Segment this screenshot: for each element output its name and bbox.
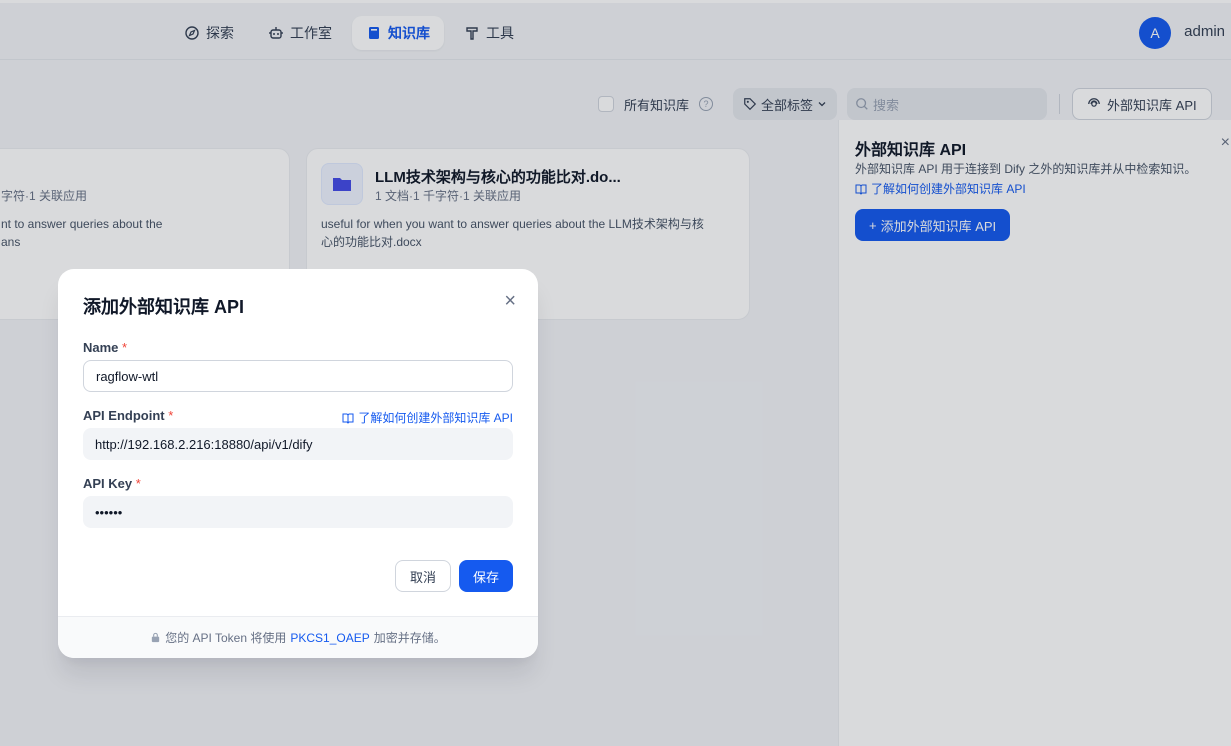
modal-title: 添加外部知识库 API xyxy=(83,297,245,317)
add-external-api-modal: 添加外部知识库 API × Name * ragflow-wtl API End… xyxy=(58,269,538,658)
lock-icon xyxy=(152,632,160,643)
required-mark: * xyxy=(168,408,174,423)
footer-algorithm-link[interactable]: PKCS1_OAEP xyxy=(290,631,369,645)
cancel-button[interactable]: 取消 xyxy=(395,560,451,592)
modal-footer: 您的 API Token 将使用 PKCS1_OAEP 加密并存储。 xyxy=(58,616,538,658)
api-key-label-text: API Key xyxy=(83,476,133,491)
endpoint-label-text: API Endpoint xyxy=(83,408,165,423)
save-button[interactable]: 保存 xyxy=(459,560,513,592)
required-mark: * xyxy=(135,476,141,491)
footer-text: 您的 API Token 将使用 xyxy=(165,631,287,645)
close-icon[interactable]: × xyxy=(504,291,516,311)
name-field[interactable]: ragflow-wtl xyxy=(83,360,513,392)
endpoint-learn-link[interactable]: 了解如何创建外部知识库 API xyxy=(342,409,513,426)
endpoint-label: API Endpoint * xyxy=(83,408,173,423)
api-key-field[interactable]: •••••• xyxy=(83,496,513,528)
name-label: Name * xyxy=(83,340,127,355)
name-label-text: Name xyxy=(83,340,119,355)
api-key-label: API Key * xyxy=(83,476,141,491)
endpoint-link-label: 了解如何创建外部知识库 API xyxy=(358,411,513,425)
book-open-icon xyxy=(342,413,354,424)
footer-text: 加密并存储。 xyxy=(373,631,446,645)
endpoint-field[interactable]: http://192.168.2.216:18880/api/v1/dify xyxy=(83,428,513,460)
required-mark: * xyxy=(122,340,128,355)
